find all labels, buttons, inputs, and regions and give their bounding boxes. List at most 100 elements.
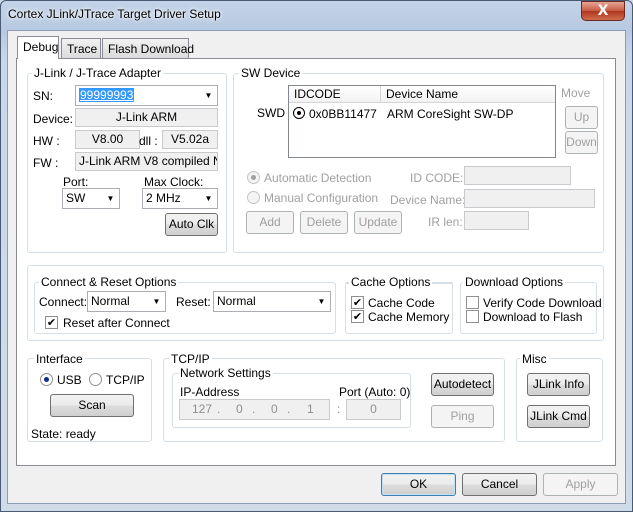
verify-download-label: Verify Code Download bbox=[483, 296, 602, 310]
port-auto-label: Port (Auto: 0) bbox=[339, 385, 411, 399]
download-to-flash-checkbox[interactable] bbox=[466, 310, 479, 323]
download-options-group-label: Download Options bbox=[463, 275, 566, 289]
misc-group-label: Misc bbox=[520, 352, 549, 366]
cache-memory-checkbox[interactable]: ✔ bbox=[351, 310, 364, 323]
reset-label: Reset: bbox=[176, 295, 211, 309]
selected-radio-icon bbox=[293, 107, 305, 119]
auto-detection-radio[interactable] bbox=[247, 171, 260, 184]
apply-button[interactable]: Apply bbox=[543, 473, 618, 496]
device-name-label: Device Name: bbox=[390, 193, 466, 207]
verify-download-checkbox[interactable] bbox=[466, 296, 479, 309]
ip-octet-2: 0 bbox=[236, 402, 243, 416]
cache-code-label: Cache Code bbox=[368, 296, 435, 310]
connect-value: Normal bbox=[91, 294, 130, 308]
tcpip-radio[interactable] bbox=[89, 373, 102, 386]
download-to-flash-label: Download to Flash bbox=[483, 310, 583, 324]
max-clock-value: 2 MHz bbox=[146, 191, 181, 205]
ip-dot: . bbox=[287, 402, 291, 416]
chevron-down-icon: ▼ bbox=[317, 297, 326, 306]
dll-value: V5.02a bbox=[162, 130, 218, 149]
close-button[interactable]: X bbox=[581, 1, 625, 21]
device-value: J-Link ARM bbox=[75, 108, 218, 127]
cache-code-checkbox[interactable]: ✔ bbox=[351, 296, 364, 309]
ip-dot: . bbox=[217, 402, 221, 416]
add-button[interactable]: Add bbox=[246, 211, 294, 234]
fw-label: FW : bbox=[33, 156, 59, 170]
fw-value: J-Link ARM V8 compiled Nov bbox=[75, 152, 218, 171]
usb-radio[interactable] bbox=[40, 373, 53, 386]
tab-debug[interactable]: Debug bbox=[17, 36, 59, 59]
table-row[interactable]: 0x0BB11477 ARM CoreSight SW-DP bbox=[289, 105, 555, 123]
ip-address-input[interactable]: 127 . 0 . 0 . 1 bbox=[179, 399, 330, 420]
row-device-name: ARM CoreSight SW-DP bbox=[387, 107, 514, 121]
ok-button[interactable]: OK bbox=[381, 473, 456, 496]
jlink-cmd-button[interactable]: JLink Cmd bbox=[527, 405, 590, 428]
connect-label: Connect: bbox=[39, 295, 88, 309]
autodetect-button[interactable]: Autodetect bbox=[431, 373, 494, 396]
hw-label: HW : bbox=[33, 134, 60, 148]
sn-label: SN: bbox=[33, 89, 54, 103]
sn-combo[interactable]: 99999993 ▼ bbox=[75, 85, 218, 106]
adapter-group-label: J-Link / J-Trace Adapter bbox=[32, 66, 163, 80]
reset-value: Normal bbox=[217, 294, 256, 308]
chevron-down-icon: ▼ bbox=[204, 91, 213, 100]
cache-memory-label: Cache Memory bbox=[368, 310, 450, 324]
move-up-button[interactable]: Up bbox=[565, 106, 598, 129]
chevron-down-icon: ▼ bbox=[204, 194, 213, 203]
tcpip-radio-label: TCP/IP bbox=[106, 373, 145, 387]
reset-select[interactable]: Normal ▼ bbox=[213, 291, 331, 312]
move-down-button[interactable]: Down bbox=[565, 131, 598, 154]
sw-device-group-label: SW Device bbox=[239, 66, 303, 80]
sw-device-list[interactable]: IDCODE Device Name 0x0BB11477 ARM CoreSi… bbox=[288, 85, 556, 158]
cancel-button[interactable]: Cancel bbox=[462, 473, 537, 496]
update-button[interactable]: Update bbox=[354, 211, 402, 234]
auto-clk-button[interactable]: Auto Clk bbox=[165, 213, 218, 236]
ping-button[interactable]: Ping bbox=[431, 405, 494, 428]
reset-after-connect-label: Reset after Connect bbox=[63, 316, 170, 330]
dll-label: dll : bbox=[139, 134, 158, 148]
port-select[interactable]: SW ▼ bbox=[62, 188, 120, 209]
reset-after-connect-checkbox[interactable]: ✔ bbox=[45, 316, 58, 329]
tab-flash-download[interactable]: Flash Download bbox=[102, 38, 194, 59]
delete-button[interactable]: Delete bbox=[300, 211, 348, 234]
chevron-down-icon: ▼ bbox=[106, 194, 115, 203]
port-label: Port: bbox=[63, 175, 89, 189]
ip-octet-1: 127 bbox=[192, 402, 213, 416]
ip-octet-4: 1 bbox=[307, 402, 314, 416]
state-text: State: ready bbox=[31, 427, 96, 441]
usb-label: USB bbox=[57, 373, 82, 387]
id-code-input[interactable] bbox=[464, 166, 571, 185]
interface-group-label: Interface bbox=[34, 352, 85, 366]
max-clock-select[interactable]: 2 MHz ▼ bbox=[142, 188, 218, 209]
ip-dot: . bbox=[252, 402, 256, 416]
move-label: Move bbox=[561, 86, 591, 100]
tcpip-port-input[interactable]: 0 bbox=[346, 399, 401, 420]
device-name-input[interactable] bbox=[464, 189, 595, 208]
column-header-device-name[interactable]: Device Name bbox=[381, 86, 555, 103]
id-code-label: ID CODE: bbox=[410, 171, 464, 185]
manual-config-radio[interactable] bbox=[247, 191, 260, 204]
window-title: Cortex JLink/JTrace Target Driver Setup bbox=[8, 7, 221, 21]
radio-dot-icon bbox=[297, 111, 301, 115]
auto-detection-label: Automatic Detection bbox=[264, 171, 372, 185]
misc-group bbox=[516, 358, 603, 442]
tab-trace[interactable]: Trace bbox=[61, 38, 101, 59]
swd-label: SWD bbox=[257, 106, 285, 120]
cache-options-group-label: Cache Options bbox=[349, 275, 433, 289]
connect-select[interactable]: Normal ▼ bbox=[87, 291, 166, 312]
ip-octet-3: 0 bbox=[271, 402, 278, 416]
manual-config-label: Manual Configuration bbox=[264, 191, 379, 205]
max-clock-label: Max Clock: bbox=[144, 175, 204, 189]
ir-len-input[interactable] bbox=[464, 211, 529, 230]
ip-address-label: IP-Address bbox=[180, 385, 240, 399]
port-value: SW bbox=[66, 191, 86, 205]
scan-button[interactable]: Scan bbox=[50, 394, 134, 417]
hw-value: V8.00 bbox=[75, 130, 140, 149]
jlink-info-button[interactable]: JLink Info bbox=[527, 373, 590, 396]
connect-reset-group-label: Connect & Reset Options bbox=[39, 275, 179, 289]
sn-value: 99999993 bbox=[79, 88, 135, 102]
ir-len-label: IR len: bbox=[428, 215, 463, 229]
tcpip-group-label: TCP/IP bbox=[169, 352, 212, 366]
device-label: Device: bbox=[33, 112, 74, 126]
column-header-idcode[interactable]: IDCODE bbox=[289, 86, 381, 103]
